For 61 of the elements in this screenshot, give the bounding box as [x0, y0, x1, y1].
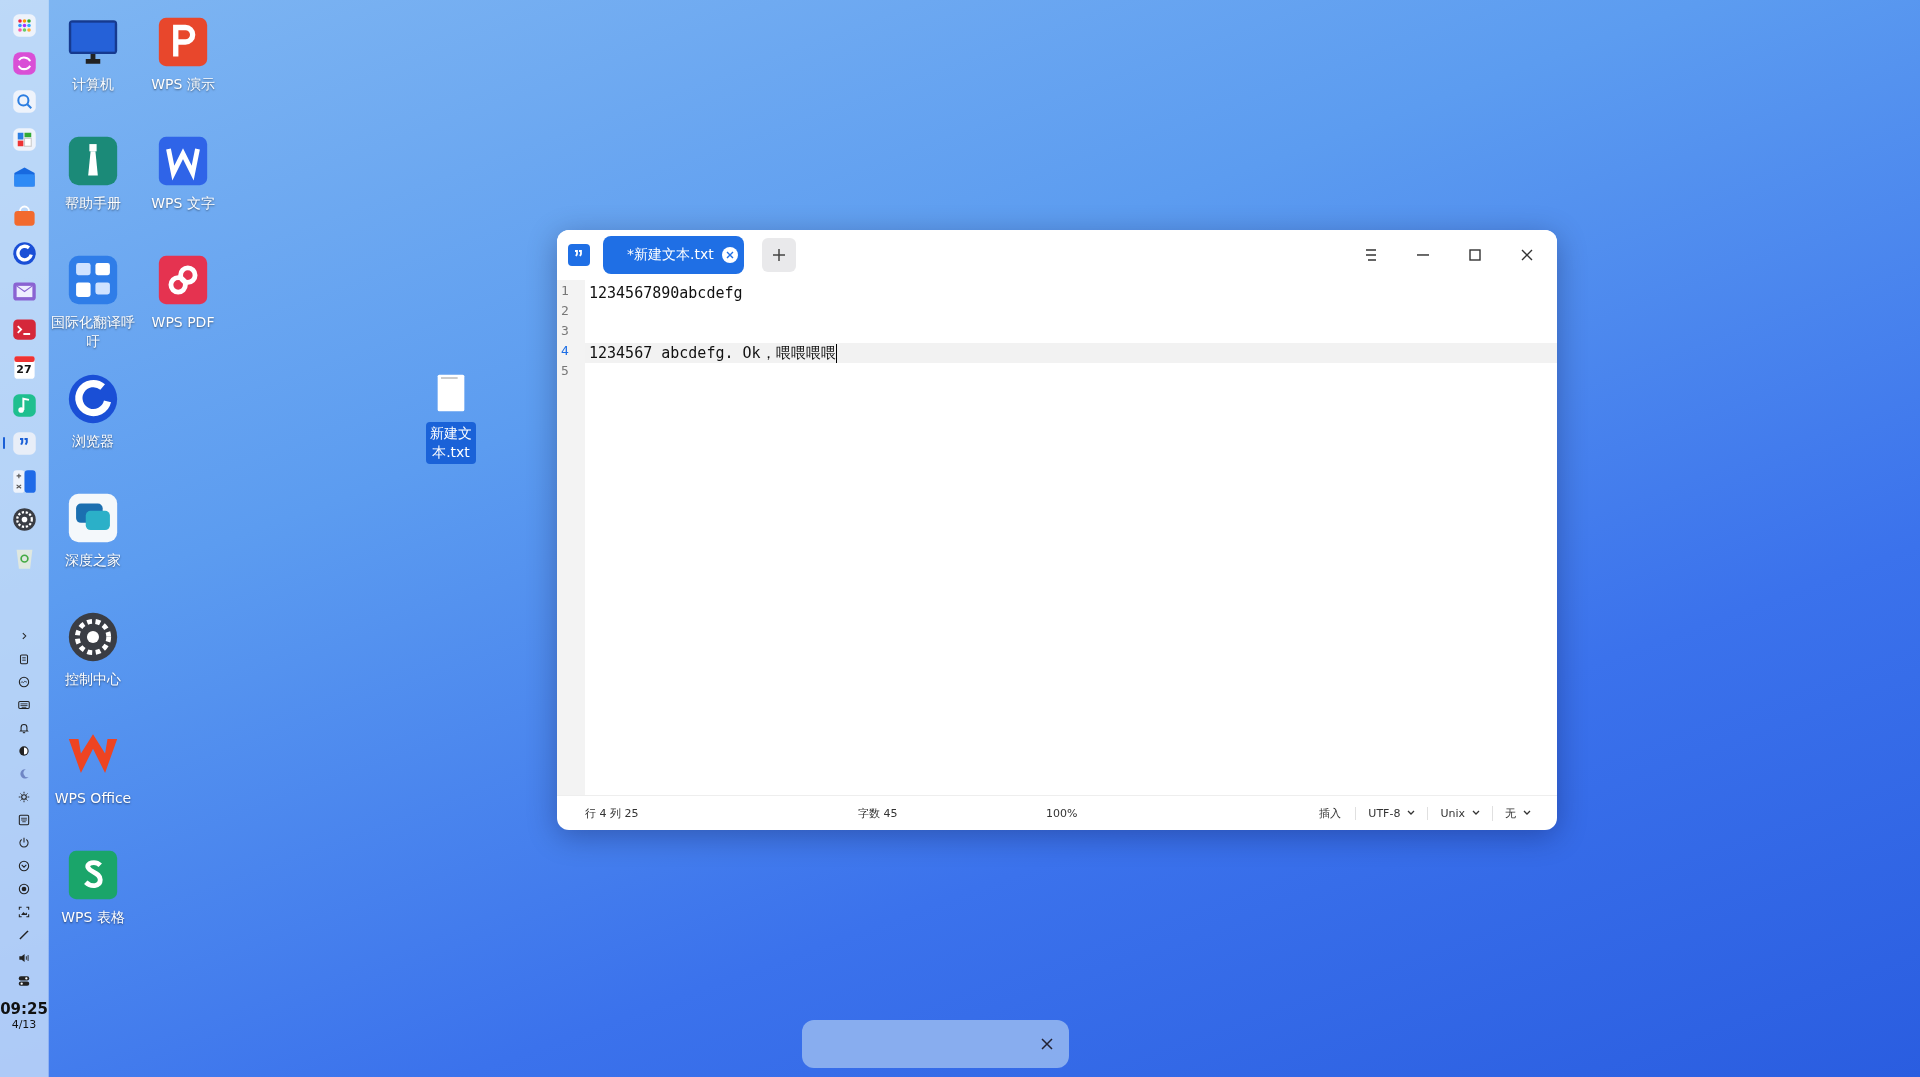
desktop-icon-label[interactable]: 国际化翻译呼吁 — [50, 313, 136, 351]
gear-icon[interactable] — [10, 505, 38, 533]
desktop-icon-label[interactable]: 计算机 — [50, 75, 136, 94]
cross-icon[interactable] — [725, 251, 734, 259]
desktop-icon-label[interactable]: WPS PDF — [140, 313, 226, 332]
status-dropdown[interactable]: UTF-8 — [1355, 806, 1428, 820]
clock-date: 4/13 — [10, 1018, 38, 1031]
cursor-position: 行 4 列 25 — [585, 805, 640, 821]
workspace-icon[interactable] — [10, 125, 38, 153]
desktop-icon-label[interactable]: 浏览器 — [50, 432, 136, 451]
desktop-icon-label[interactable]: 帮助手册 — [50, 194, 136, 213]
calculator-icon[interactable] — [10, 467, 38, 495]
wave-icon[interactable] — [17, 675, 31, 689]
toggle-icon[interactable] — [17, 974, 31, 988]
clock-time: 09:25 — [0, 1000, 48, 1018]
app-logo-icon — [567, 243, 591, 267]
line-number: 4 — [560, 343, 570, 360]
plus-icon[interactable] — [771, 248, 786, 262]
screenshot-icon[interactable] — [17, 905, 31, 919]
caret-icon[interactable] — [1472, 810, 1480, 816]
zoom-level: 100% — [1046, 806, 1079, 820]
line-number: 3 — [560, 323, 570, 340]
code-line: 1234567 abcdefg. Ok，喂喂喂喂 — [589, 343, 836, 363]
close-tab-icon[interactable] — [721, 247, 738, 263]
browser-icon[interactable] — [10, 239, 38, 267]
new-tab-button[interactable] — [761, 238, 796, 272]
status-dropdown[interactable]: Unix — [1427, 806, 1492, 820]
calendar-day: 27 — [10, 363, 38, 376]
desktop-icon-label[interactable]: 深度之家 — [50, 551, 136, 570]
desktop-icon-label[interactable]: WPS 表格 — [50, 908, 136, 927]
line-number: 5 — [560, 363, 570, 380]
brightness-icon[interactable] — [17, 790, 31, 804]
power-icon[interactable] — [17, 836, 31, 850]
character-count: 字数 45 — [858, 805, 899, 821]
search-icon[interactable] — [10, 87, 38, 115]
code-line: 1234567890abcdefg — [589, 284, 743, 302]
caret-icon[interactable] — [1407, 810, 1416, 816]
text-editor-icon[interactable] — [10, 429, 38, 457]
line-number: 1 — [560, 283, 570, 300]
text-cursor — [835, 343, 837, 363]
input-mode[interactable]: 插入 — [1319, 805, 1356, 821]
file-tab[interactable]: *新建文本.txt — [603, 236, 744, 274]
keypad-icon[interactable] — [17, 813, 31, 827]
chevron-down-circle-icon[interactable] — [17, 859, 31, 873]
launcher-icon[interactable] — [10, 11, 38, 39]
assistant-icon[interactable] — [10, 49, 38, 77]
contrast-icon[interactable] — [17, 744, 31, 758]
file-label[interactable]: 新建文本.txt — [426, 422, 476, 464]
status-dropdown[interactable]: 无 — [1492, 805, 1543, 821]
desktop-icon-label[interactable]: WPS Office — [50, 789, 136, 808]
desktop-icon-label[interactable]: WPS 演示 — [140, 75, 226, 94]
line-number: 2 — [560, 303, 570, 320]
keyboard-icon[interactable] — [17, 698, 31, 712]
clipboard-icon[interactable] — [17, 652, 31, 666]
volume-icon[interactable] — [17, 951, 31, 965]
desktop-icon-label[interactable]: WPS 文字 — [140, 194, 226, 213]
caret-icon[interactable] — [1523, 810, 1531, 816]
desktop-icon-label[interactable]: 控制中心 — [50, 670, 136, 689]
record-icon[interactable] — [17, 882, 31, 896]
pen-icon[interactable] — [17, 928, 31, 942]
notification-icon[interactable] — [17, 721, 31, 735]
